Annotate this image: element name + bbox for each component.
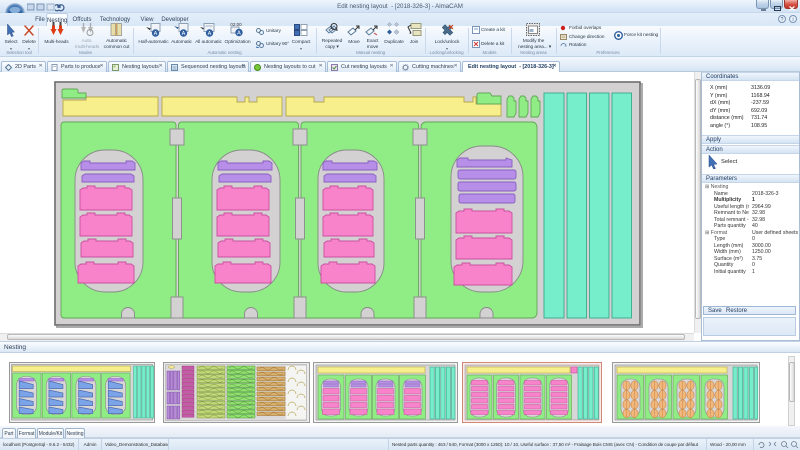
svg-text:A: A [237,31,241,37]
svg-text:02:00: 02:00 [230,22,242,27]
svg-text:A: A [154,31,158,37]
svg-text:?: ? [781,17,784,23]
svg-text:A: A [208,31,212,37]
svg-text:A: A [182,31,186,37]
svg-text:i: i [792,17,793,23]
